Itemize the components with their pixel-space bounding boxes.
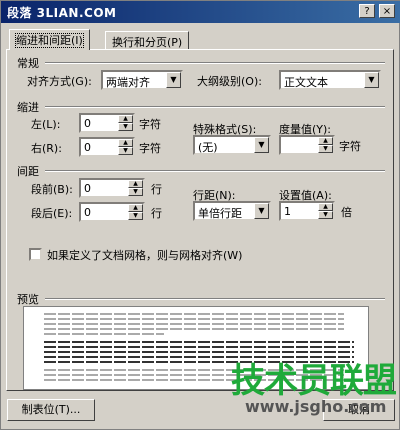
spacing-section-title: 间距 [17, 165, 39, 178]
spin-down-icon[interactable]: ▼ [318, 211, 333, 219]
paragraph-dialog: 段落 3LIAN.COM ? × 缩进和间距(I) 换行和分页(P) 常规 对齐… [0, 0, 400, 430]
right-indent-value: 0 [84, 141, 91, 154]
preview-line [44, 328, 344, 330]
tab-line-page-breaks[interactable]: 换行和分页(P) [105, 31, 190, 49]
spin-up-icon[interactable]: ▲ [118, 139, 133, 147]
alignment-value: 两端对齐 [106, 76, 150, 89]
spin-up-icon[interactable]: ▲ [128, 204, 143, 212]
line-spacing-select[interactable]: 单倍行距 ▼ [193, 201, 271, 221]
chevron-down-icon[interactable]: ▼ [364, 72, 379, 88]
spin-down-icon[interactable]: ▼ [128, 188, 143, 196]
indent-section-title: 缩进 [17, 101, 39, 114]
measure-unit: 字符 [339, 140, 361, 153]
outline-level-label: 大纲级别(O): [197, 75, 262, 88]
help-button[interactable]: ? [359, 4, 375, 18]
setting-value: 1 [284, 205, 291, 218]
setting-value-spinner[interactable]: 1 ▲ ▼ [279, 201, 335, 221]
right-indent-spinner[interactable]: 0 ▲ ▼ [79, 137, 135, 157]
spin-down-icon[interactable]: ▼ [318, 145, 333, 153]
preview-divider [45, 298, 385, 300]
left-indent-unit: 字符 [139, 118, 161, 131]
left-indent-spinner[interactable]: 0 ▲ ▼ [79, 113, 135, 133]
space-before-unit: 行 [151, 183, 162, 196]
watermark: 技术员联盟 www.jsgho.com [231, 353, 399, 429]
watermark-brand: 技术员联盟 [231, 361, 397, 401]
left-indent-value: 0 [84, 117, 91, 130]
preview-line [44, 318, 344, 320]
grid-align-label[interactable]: 如果定义了文档网格，则与网格对齐(W) [47, 247, 242, 263]
special-format-select[interactable]: (无) ▼ [193, 135, 271, 155]
spin-down-icon[interactable]: ▼ [128, 212, 143, 220]
alignment-label: 对齐方式(G): [27, 75, 92, 88]
close-button[interactable]: × [379, 4, 395, 18]
special-format-value: (无) [198, 141, 218, 154]
general-section-title: 常规 [17, 57, 39, 70]
spacing-divider [45, 170, 385, 172]
space-before-label: 段前(B): [31, 183, 73, 196]
outline-level-value: 正文文本 [284, 76, 328, 89]
indent-divider [45, 106, 385, 108]
chevron-down-icon[interactable]: ▼ [254, 203, 269, 219]
window-title: 段落 3LIAN.COM [7, 6, 117, 20]
space-before-spinner[interactable]: 0 ▲ ▼ [79, 178, 145, 198]
preview-line [44, 313, 344, 315]
space-after-value: 0 [84, 206, 91, 219]
space-after-label: 段后(E): [31, 207, 73, 220]
spin-down-icon[interactable]: ▼ [118, 123, 133, 131]
preview-line [44, 333, 164, 335]
spin-up-icon[interactable]: ▲ [128, 180, 143, 188]
setting-value-unit: 倍 [341, 206, 352, 219]
chevron-down-icon[interactable]: ▼ [166, 72, 181, 88]
space-after-unit: 行 [151, 207, 162, 220]
spin-up-icon[interactable]: ▲ [318, 137, 333, 145]
tab-indent-spacing[interactable]: 缩进和间距(I) [9, 29, 90, 50]
chevron-down-icon[interactable]: ▼ [254, 137, 269, 153]
preview-section-title: 预览 [17, 293, 39, 306]
watermark-url: www.jsgho.com [245, 397, 387, 416]
grid-align-checkbox[interactable] [29, 248, 42, 261]
space-after-spinner[interactable]: 0 ▲ ▼ [79, 202, 145, 222]
preview-line [44, 323, 344, 325]
preview-line [44, 341, 354, 343]
space-before-value: 0 [84, 182, 91, 195]
left-indent-label: 左(L): [31, 118, 61, 131]
spin-down-icon[interactable]: ▼ [118, 147, 133, 155]
spin-up-icon[interactable]: ▲ [318, 203, 333, 211]
spin-up-icon[interactable]: ▲ [118, 115, 133, 123]
general-divider [45, 62, 385, 64]
measure-spinner[interactable]: ▲ ▼ [279, 135, 335, 155]
line-spacing-value: 单倍行距 [198, 207, 242, 220]
preview-line [44, 346, 354, 348]
alignment-select[interactable]: 两端对齐 ▼ [101, 70, 183, 90]
outline-level-select[interactable]: 正文文本 ▼ [279, 70, 381, 90]
right-indent-unit: 字符 [139, 142, 161, 155]
title-bar: 段落 3LIAN.COM ? × [1, 1, 400, 23]
right-indent-label: 右(R): [31, 142, 62, 155]
tab-stops-button[interactable]: 制表位(T)... [7, 399, 95, 421]
